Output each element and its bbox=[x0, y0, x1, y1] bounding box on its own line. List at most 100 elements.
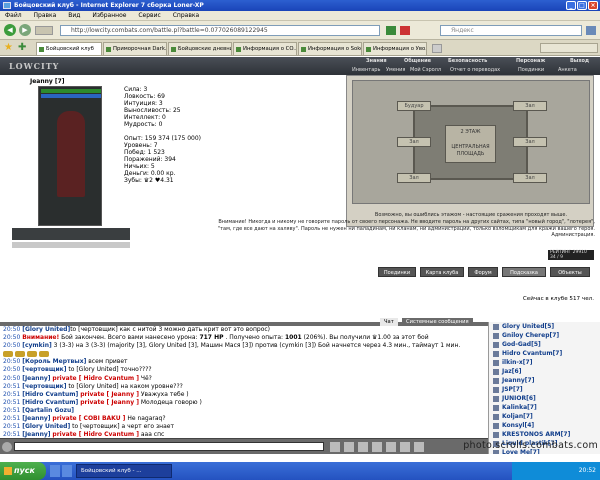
chat-timestamp[interactable]: 20:51 bbox=[3, 415, 22, 422]
chat-timestamp[interactable]: 20:51 bbox=[3, 399, 22, 406]
clear-icon[interactable] bbox=[344, 442, 354, 452]
tab-info-uvo[interactable]: Информация о Уво... bbox=[363, 42, 427, 55]
chat-private-target[interactable]: private [ Jeanny ] bbox=[80, 399, 139, 406]
menu-edit[interactable]: Правка bbox=[29, 11, 62, 21]
room-boudoir[interactable]: Будуар bbox=[397, 101, 431, 111]
nav-knowledge[interactable]: Знания bbox=[366, 58, 387, 64]
dropdown-icon[interactable] bbox=[35, 26, 53, 35]
user-list-item[interactable]: Kalinka[7] bbox=[493, 403, 600, 412]
weapon-slot[interactable] bbox=[10, 110, 36, 136]
taskbar-ie-window[interactable]: Бойцовский клуб - ... bbox=[76, 464, 172, 478]
stop-icon[interactable] bbox=[400, 26, 410, 35]
user-list-item[interactable]: Jaz[6] bbox=[493, 367, 600, 376]
chat-author[interactable]: [Qartalin Gozu] bbox=[22, 407, 74, 414]
ring-slots[interactable] bbox=[12, 228, 130, 240]
filter-icon[interactable] bbox=[358, 442, 368, 452]
nav-profile[interactable]: Анкета bbox=[558, 67, 577, 73]
nav-character[interactable]: Персонаж bbox=[516, 58, 545, 64]
user-list-item[interactable]: Konsyl[4] bbox=[493, 421, 600, 430]
chat-timestamp[interactable]: 20:51 bbox=[3, 383, 22, 390]
nav-scroll[interactable]: Мой Сэролл bbox=[410, 67, 441, 73]
user-list-item[interactable]: God-Gad[5] bbox=[493, 340, 600, 349]
user-list-item[interactable]: JSP[7] bbox=[493, 385, 600, 394]
objects-button[interactable]: Объекты bbox=[550, 267, 590, 277]
spell-slots[interactable] bbox=[12, 242, 130, 248]
nav-talk[interactable]: Общение bbox=[404, 58, 431, 64]
nav-skills[interactable]: Умения bbox=[386, 67, 405, 73]
chat-private-target[interactable]: Внимание! bbox=[22, 334, 59, 341]
nav-security[interactable]: Безопасность bbox=[448, 58, 487, 64]
tab-combats[interactable]: Бойцовский клуб bbox=[36, 42, 102, 55]
user-list-item[interactable]: Glory United[5] bbox=[493, 322, 600, 331]
chat-input[interactable] bbox=[14, 442, 324, 451]
tab-info-co[interactable]: Информация о CO... bbox=[233, 42, 297, 55]
chat-author[interactable]: [Jeanny] bbox=[22, 415, 50, 422]
chat-private-target[interactable]: private [ Jeanny ] bbox=[80, 391, 139, 398]
back-button[interactable]: ◀ bbox=[4, 24, 16, 36]
room-hall-left-bottom[interactable]: Зал bbox=[397, 173, 431, 183]
send-icon[interactable] bbox=[330, 442, 340, 452]
favorites-star-icon[interactable]: ★ bbox=[4, 43, 14, 53]
chat-timestamp[interactable]: 20:51 bbox=[3, 391, 22, 398]
chat-author[interactable]: [чертовщик] bbox=[22, 383, 66, 390]
toolbar-tools[interactable] bbox=[540, 43, 598, 53]
battles-button[interactable]: Поединки bbox=[378, 267, 416, 277]
chat-timestamp[interactable]: 20:50 bbox=[3, 334, 22, 341]
chat-timestamp[interactable]: 20:50 bbox=[3, 366, 22, 373]
nav-exit[interactable]: Выход bbox=[570, 58, 589, 64]
exit-chat-icon[interactable] bbox=[414, 442, 424, 452]
tab-system-messages[interactable]: Системные сообщения bbox=[402, 318, 473, 326]
smiley-icon[interactable] bbox=[2, 442, 12, 452]
minimize-button[interactable]: _ bbox=[566, 1, 576, 10]
chat-author[interactable]: [Glory United] bbox=[22, 423, 70, 430]
chat-author[interactable]: [Jeanny] bbox=[22, 375, 50, 382]
user-list-item[interactable]: Gniloy Cherep[7] bbox=[493, 331, 600, 340]
tab-dark[interactable]: Приморочная Dark... bbox=[103, 42, 167, 55]
helmet-slot[interactable] bbox=[10, 88, 36, 108]
tab-chat[interactable]: Чат bbox=[380, 318, 398, 326]
chat-timestamp[interactable]: 20:51 bbox=[3, 407, 22, 414]
user-list-item[interactable]: KRESTONOS ARM[7] bbox=[493, 430, 600, 439]
room-hall-left[interactable]: Зал bbox=[397, 137, 431, 147]
quicklaunch-icon[interactable] bbox=[50, 465, 60, 477]
user-list-item[interactable]: ilkin-x[7] bbox=[493, 358, 600, 367]
chat-timestamp[interactable]: 20:51 bbox=[3, 423, 22, 430]
chat-timestamp[interactable]: 20:50 bbox=[3, 326, 22, 333]
nav-transfers[interactable]: Отчет о переводах bbox=[450, 67, 500, 73]
chat-author[interactable]: [Король Мертвых] bbox=[22, 358, 86, 365]
nav-inventory[interactable]: Инвентарь bbox=[352, 67, 380, 73]
chat-author[interactable]: [cymkin] bbox=[22, 342, 52, 349]
tab-info-sokolli[interactable]: Информация о Sokolli... bbox=[298, 42, 362, 55]
room-hall-right[interactable]: Зал bbox=[513, 137, 547, 147]
menu-view[interactable]: Вид bbox=[63, 11, 85, 21]
belt-slot[interactable] bbox=[10, 166, 36, 192]
chat-author[interactable]: [Glory United] bbox=[22, 326, 70, 333]
settings-icon[interactable] bbox=[386, 442, 396, 452]
tab-diaries[interactable]: Бойцовские дневни... bbox=[168, 42, 232, 55]
menu-tools[interactable]: Сервис bbox=[133, 11, 165, 21]
menu-favorites[interactable]: Избранное bbox=[87, 11, 131, 21]
room-hall-right-bottom[interactable]: Зал bbox=[513, 173, 547, 183]
user-list-item[interactable]: Hidro Cvantum[7] bbox=[493, 349, 600, 358]
chat-author[interactable]: [Hidro Cvantum] bbox=[22, 391, 78, 398]
forum-button[interactable]: Форум bbox=[468, 267, 498, 277]
armor-slot[interactable] bbox=[10, 138, 36, 164]
chat-private-target[interactable]: private [ COBI BAKU ] bbox=[52, 415, 125, 422]
hint-button[interactable]: Подсказка bbox=[502, 267, 546, 277]
close-button[interactable]: × bbox=[588, 1, 598, 10]
nav-battles[interactable]: Поединки bbox=[518, 67, 544, 73]
refresh-icon[interactable] bbox=[386, 26, 396, 35]
address-input[interactable]: http://lowcity.combats.com/battle.pl?bat… bbox=[60, 25, 380, 36]
quicklaunch-ie-icon[interactable] bbox=[62, 465, 72, 477]
search-input[interactable]: Яндекс bbox=[440, 25, 582, 36]
search-icon[interactable] bbox=[586, 26, 596, 35]
user-list-item[interactable]: JUNIOR[6] bbox=[493, 394, 600, 403]
user-list-item[interactable]: Koljan[7] bbox=[493, 412, 600, 421]
menu-help[interactable]: Справка bbox=[168, 11, 204, 21]
new-tab-button[interactable] bbox=[432, 44, 442, 53]
character-name[interactable]: Jeanny [7] bbox=[30, 78, 150, 86]
maximize-button[interactable]: □ bbox=[577, 1, 587, 10]
translit-icon[interactable] bbox=[372, 442, 382, 452]
chat-timestamp[interactable]: 20:50 bbox=[3, 342, 22, 349]
chat-private-target[interactable]: private [ Hidro Cvantum ] bbox=[52, 375, 139, 382]
